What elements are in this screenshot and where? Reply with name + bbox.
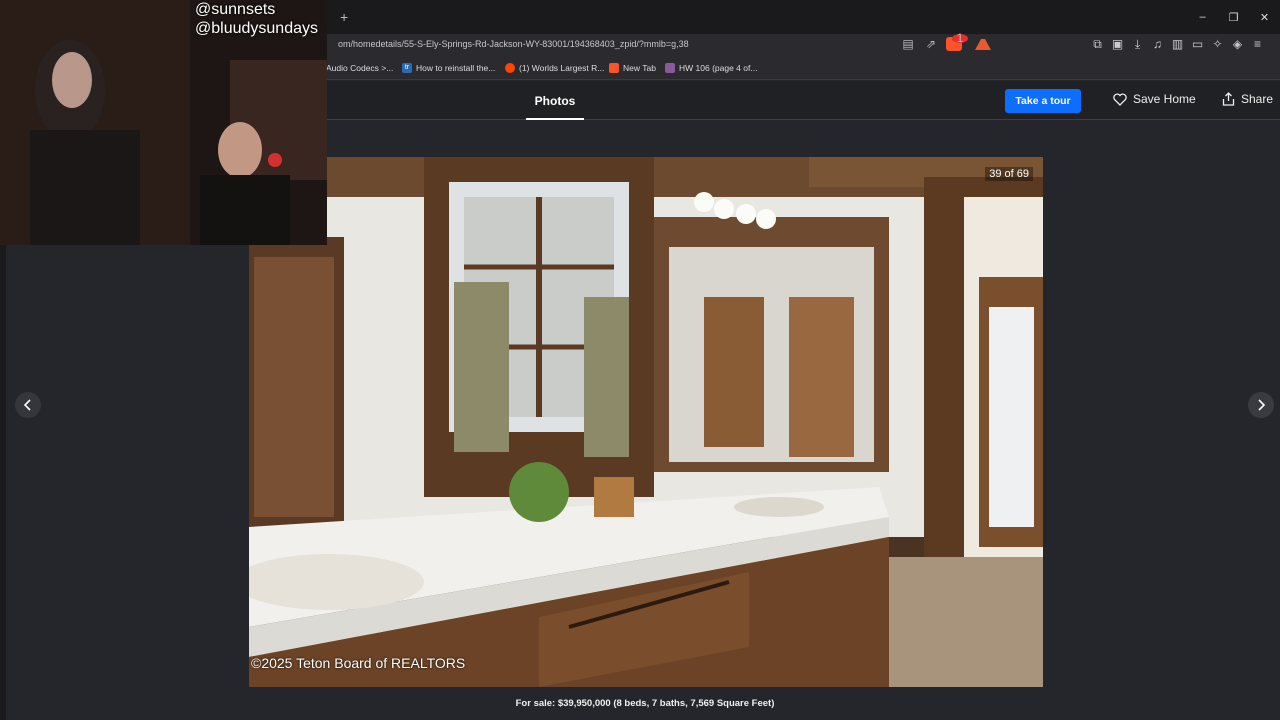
stream-handles: @sunnsets @bluudysundays: [195, 0, 318, 38]
next-photo-button[interactable]: [1248, 392, 1274, 418]
document-icon: [665, 63, 675, 73]
reader-mode-icon[interactable]: ▤: [900, 37, 916, 51]
bookmark-item[interactable]: Audio Codecs >...: [326, 63, 393, 73]
leo-ai-icon[interactable]: ✧: [1210, 37, 1225, 52]
brave-shield-icon[interactable]: 1: [946, 32, 968, 51]
vpn-icon[interactable]: ◈: [1230, 37, 1245, 52]
bookmark-label: New Tab: [623, 63, 656, 73]
share-page-icon[interactable]: ⇗: [923, 37, 939, 51]
menu-icon[interactable]: ≡: [1250, 37, 1265, 52]
media-icon[interactable]: ♫: [1150, 37, 1165, 52]
new-tab-button[interactable]: +: [340, 9, 348, 25]
close-window-button[interactable]: ✕: [1249, 0, 1280, 34]
share-icon: [1222, 92, 1235, 106]
take-tour-button[interactable]: Take a tour: [1005, 89, 1081, 113]
restore-button[interactable]: ❐: [1218, 0, 1249, 34]
minimize-button[interactable]: –: [1187, 0, 1218, 34]
brave-rewards-icon[interactable]: [975, 38, 991, 50]
window-controls: – ❐ ✕: [1187, 0, 1280, 34]
save-home-button[interactable]: Save Home: [1113, 92, 1196, 106]
photo-counter: 39 of 69: [985, 167, 1033, 181]
bookmark-label: Audio Codecs >...: [326, 63, 394, 73]
downloads-icon[interactable]: ⤓: [1130, 37, 1145, 52]
address-bar-icons: ▤ ⇗ 1: [900, 32, 991, 51]
bookmark-item[interactable]: (1) Worlds Largest R...: [505, 63, 604, 73]
sidebar-icon[interactable]: ▥: [1170, 37, 1185, 52]
bookmark-item[interactable]: HW 106 (page 4 of...: [665, 63, 757, 73]
shield-badge: 1: [952, 32, 968, 44]
bookmark-item[interactable]: tr How to reinstall the...: [402, 63, 495, 73]
previous-photo-button[interactable]: [15, 392, 41, 418]
bookmark-item[interactable]: New Tab: [609, 63, 656, 73]
listing-photo: 39 of 69 ©2025 Teton Board of REALTORS: [249, 157, 1043, 687]
save-home-label: Save Home: [1133, 92, 1196, 106]
share-label: Share: [1241, 92, 1274, 106]
bookmark-favicon-icon: tr: [402, 63, 412, 73]
tab-search-icon[interactable]: ▣: [1110, 37, 1125, 52]
share-button[interactable]: Share: [1222, 92, 1273, 106]
reddit-icon: [505, 63, 515, 73]
handle-2: @bluudysundays: [195, 20, 318, 37]
url-field[interactable]: om/homedetails/55-S-Ely-Springs-Rd-Jacks…: [338, 39, 689, 49]
wallet-icon[interactable]: ▭: [1190, 37, 1205, 52]
toolbar-icons: ⧉ ▣ ⤓ ♫ ▥ ▭ ✧ ◈ ≡: [1090, 37, 1265, 52]
webcam-overlay: @sunnsets @bluudysundays: [0, 0, 327, 245]
brave-icon: [609, 63, 619, 73]
bookmark-label: (1) Worlds Largest R...: [519, 63, 605, 73]
listing-caption: For sale: $39,950,000 (8 beds, 7 baths, …: [515, 698, 775, 709]
extensions-icon[interactable]: ⧉: [1090, 37, 1105, 52]
photo-copyright: ©2025 Teton Board of REALTORS: [251, 655, 466, 671]
bookmark-label: How to reinstall the...: [416, 63, 496, 73]
chevron-right-icon: [1258, 399, 1266, 411]
left-edge-strip: [0, 245, 6, 720]
chevron-left-icon: [23, 399, 31, 411]
heart-icon: [1113, 92, 1127, 106]
handle-1: @sunnsets: [195, 1, 276, 18]
tab-photos[interactable]: Photos: [526, 81, 584, 121]
bathroom-photo: [249, 157, 1043, 687]
bookmark-label: HW 106 (page 4 of...: [679, 63, 758, 73]
